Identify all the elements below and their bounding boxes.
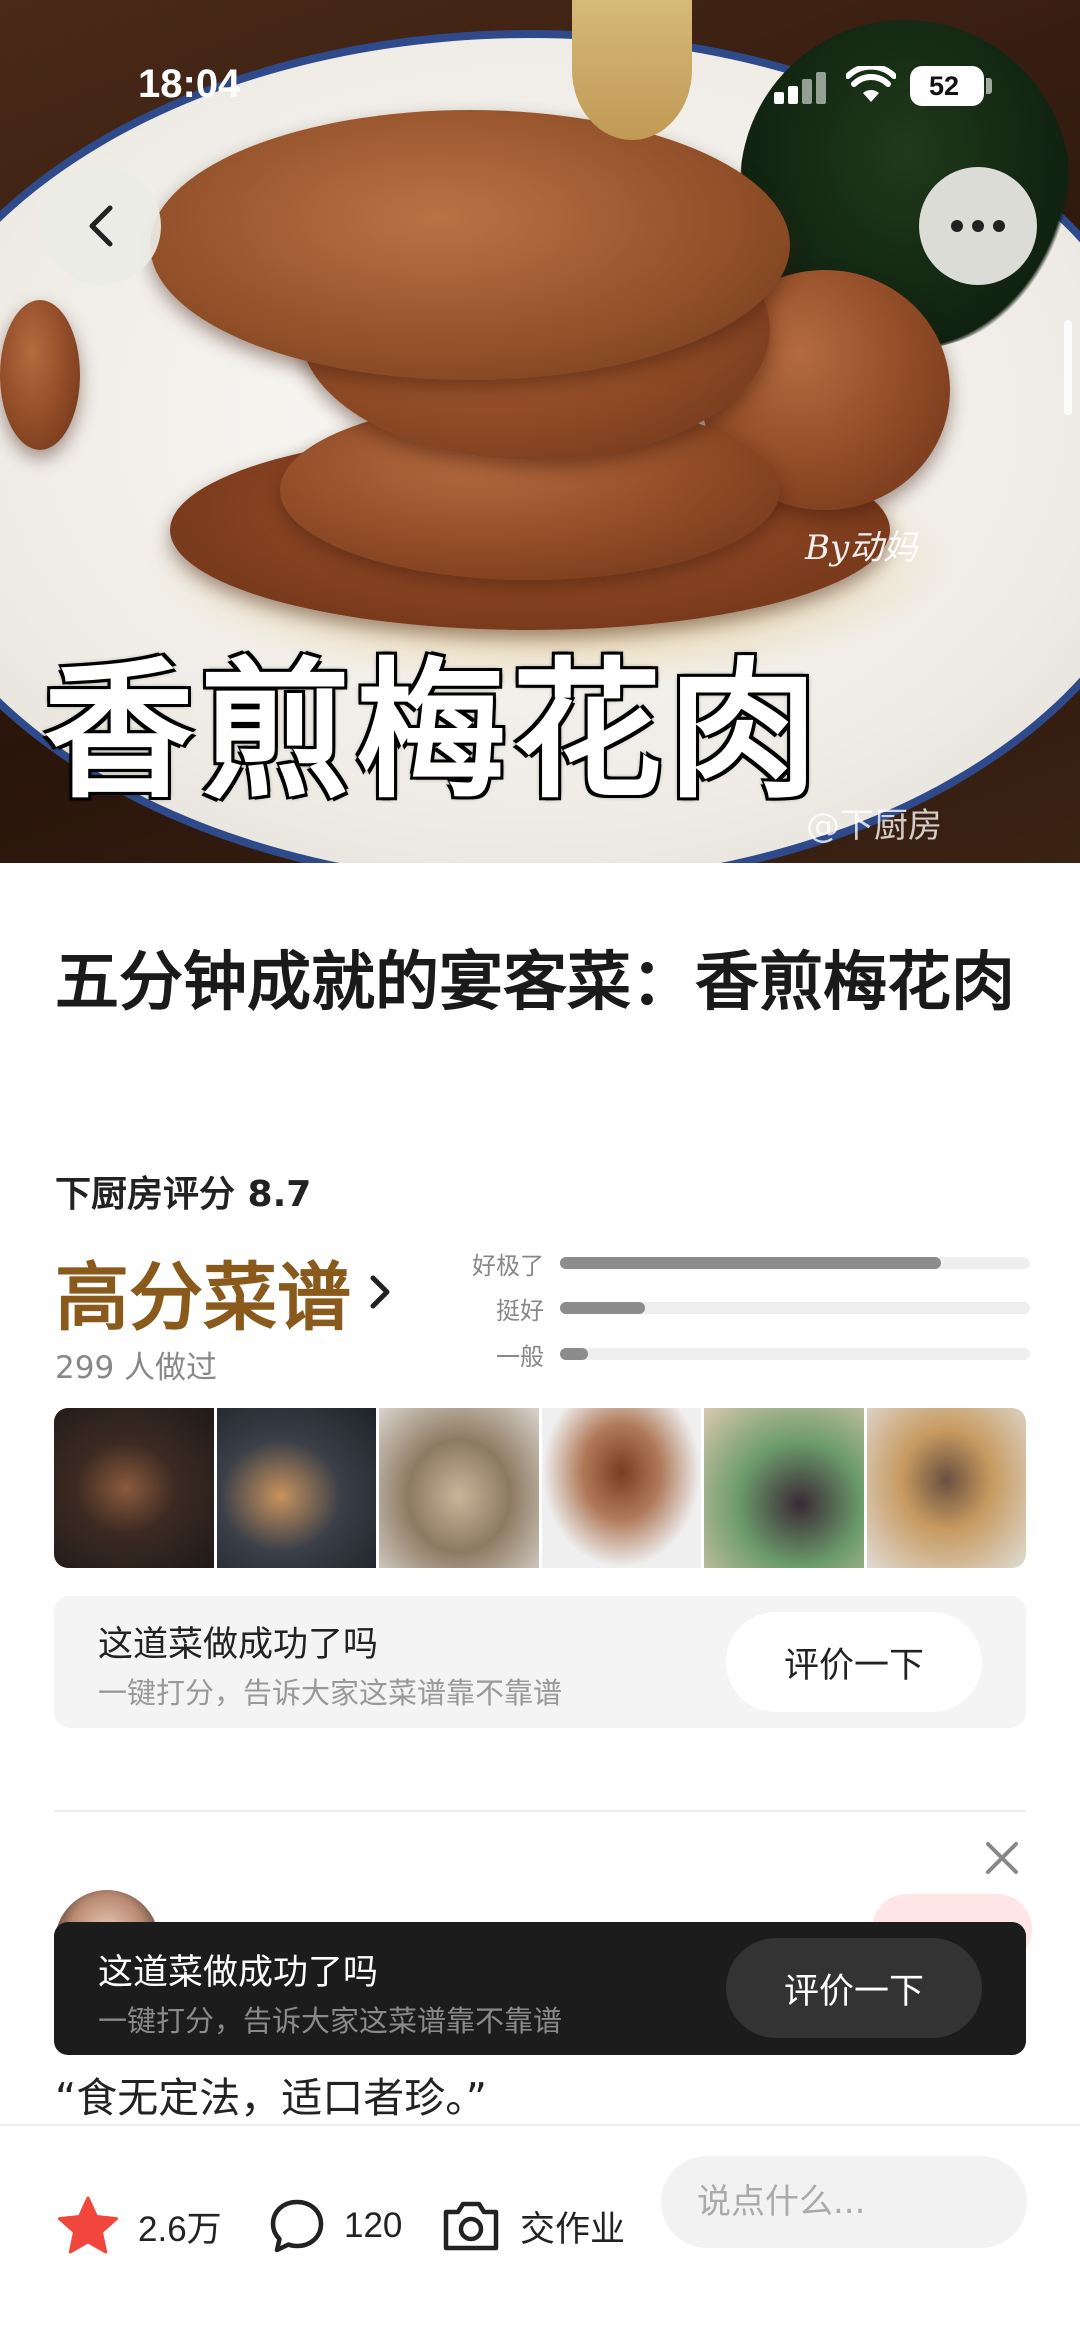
grade-link[interactable]: 高分菜谱 [55, 1238, 395, 1345]
submit-homework-button[interactable]: 交作业 [440, 2166, 625, 2286]
toast-title: 这道菜做成功了吗 [98, 1953, 379, 1993]
review-toast: 这道菜做成功了吗 一键打分，告诉大家这菜谱靠不靠谱 评价一下 [54, 1922, 1026, 2055]
rating-bar-label: 一般 [496, 1342, 544, 1371]
rating-label: 下厨房评分 8.7 [55, 1174, 312, 1215]
battery-icon: 52 [910, 66, 984, 106]
meat-slice [0, 300, 80, 450]
status-bar: 18:04 52 [0, 0, 1080, 140]
user-photo[interactable] [54, 1408, 214, 1568]
review-card-title: 这道菜做成功了吗 [98, 1625, 379, 1665]
rating-bar-fill [560, 1302, 645, 1314]
wifi-icon [846, 66, 896, 102]
rating-bar-label: 好极了 [472, 1251, 544, 1280]
divider [54, 1810, 1026, 1812]
comment-button[interactable]: 120 [268, 2166, 402, 2286]
hero-credit: @下厨房 [806, 806, 942, 846]
user-photo[interactable] [216, 1408, 376, 1568]
back-button[interactable] [43, 167, 161, 285]
more-button[interactable] [919, 167, 1037, 285]
user-photo[interactable] [541, 1408, 701, 1568]
comment-count: 120 [344, 2206, 403, 2245]
signal-icon [774, 72, 828, 104]
rating-bar-fill [560, 1257, 941, 1269]
scroll-indicator[interactable] [1064, 320, 1072, 415]
star-icon [58, 2196, 118, 2254]
review-prompt-card: 这道菜做成功了吗 一键打分，告诉大家这菜谱靠不靠谱 评价一下 [54, 1596, 1026, 1728]
favorite-count: 2.6万 [138, 2209, 222, 2249]
recipe-title: 五分钟成就的宴客菜：香煎梅花肉 [55, 946, 1015, 1020]
chevron-left-icon [89, 205, 113, 247]
user-photo[interactable] [704, 1408, 864, 1568]
rating-bar-label: 挺好 [496, 1296, 544, 1325]
chevron-right-icon [370, 1275, 390, 1308]
review-card-subtitle: 一键打分，告诉大家这菜谱靠不靠谱 [98, 1676, 563, 1710]
battery-level: 52 [928, 71, 960, 101]
meat-slice [150, 110, 790, 380]
rating-bar-track [560, 1302, 1030, 1314]
hero-overlay-title: 香煎梅花肉 [44, 643, 825, 819]
user-photo-strip [54, 1408, 1026, 1568]
bottom-action-bar: 2.6万 120 交作业 说点什么... [0, 2124, 1080, 2347]
battery-nub [986, 78, 992, 94]
user-photo[interactable] [379, 1408, 539, 1568]
camera-icon [443, 2201, 499, 2251]
comment-input[interactable]: 说点什么... [661, 2156, 1027, 2248]
rating-bar-track [560, 1348, 1030, 1360]
rating-bar-row: 好极了 [440, 1248, 1030, 1280]
rating-bar-row: 一般 [440, 1339, 1030, 1371]
toast-subtitle: 一键打分，告诉大家这菜谱靠不靠谱 [98, 2004, 563, 2038]
made-count: 299 人做过 [55, 1350, 218, 1386]
user-photo[interactable] [866, 1408, 1026, 1568]
homework-label: 交作业 [520, 2209, 626, 2249]
rating-bar-row: 挺好 [440, 1293, 1030, 1325]
author-quote: “食无定法，适口者珍。” [55, 2074, 487, 2122]
comment-icon [270, 2199, 324, 2253]
grade-text: 高分菜谱 [55, 1255, 351, 1341]
status-time: 18:04 [138, 62, 241, 106]
close-icon[interactable] [980, 1836, 1024, 1880]
favorite-button[interactable]: 2.6万 [56, 2166, 222, 2286]
rating-bar-track [560, 1257, 1030, 1269]
hero-signature: By动妈 [805, 528, 918, 568]
toast-rate-button[interactable]: 评价一下 [726, 1938, 982, 2038]
rate-button[interactable]: 评价一下 [726, 1612, 982, 1712]
rating-bar-fill [560, 1348, 589, 1360]
more-dots-icon [951, 220, 1005, 232]
